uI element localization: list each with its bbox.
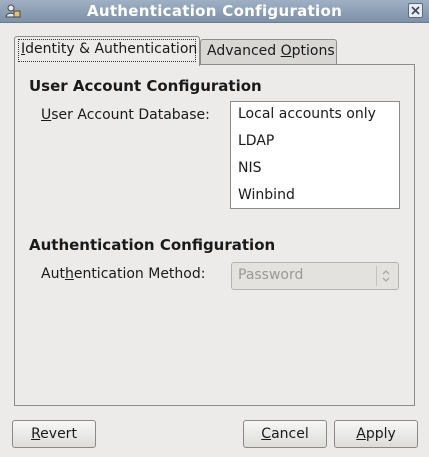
- list-item-nis[interactable]: NIS: [238, 160, 262, 176]
- close-button[interactable]: [408, 3, 423, 18]
- tab-advanced-options[interactable]: Advanced Options: [200, 39, 337, 64]
- list-item-local-accounts[interactable]: Local accounts only: [238, 106, 376, 122]
- tab-identity-authentication[interactable]: Identity & Authentication: [14, 36, 200, 66]
- title-bar: Authentication Configuration: [0, 0, 429, 23]
- tab-advanced-options-label: Advanced Options: [207, 43, 335, 59]
- revert-button[interactable]: Revert: [12, 420, 96, 448]
- cancel-button[interactable]: Cancel: [243, 420, 327, 448]
- list-item-ldap[interactable]: LDAP: [238, 133, 274, 149]
- list-item-winbind[interactable]: Winbind: [238, 187, 295, 203]
- apply-button[interactable]: Apply: [334, 420, 418, 448]
- close-icon: [411, 6, 420, 15]
- window-title: Authentication Configuration: [86, 2, 343, 20]
- tab-identity-authentication-label: Identity & Authentication: [21, 41, 198, 57]
- user-account-database-list[interactable]: Local accounts only LDAP NIS Winbind: [230, 101, 400, 209]
